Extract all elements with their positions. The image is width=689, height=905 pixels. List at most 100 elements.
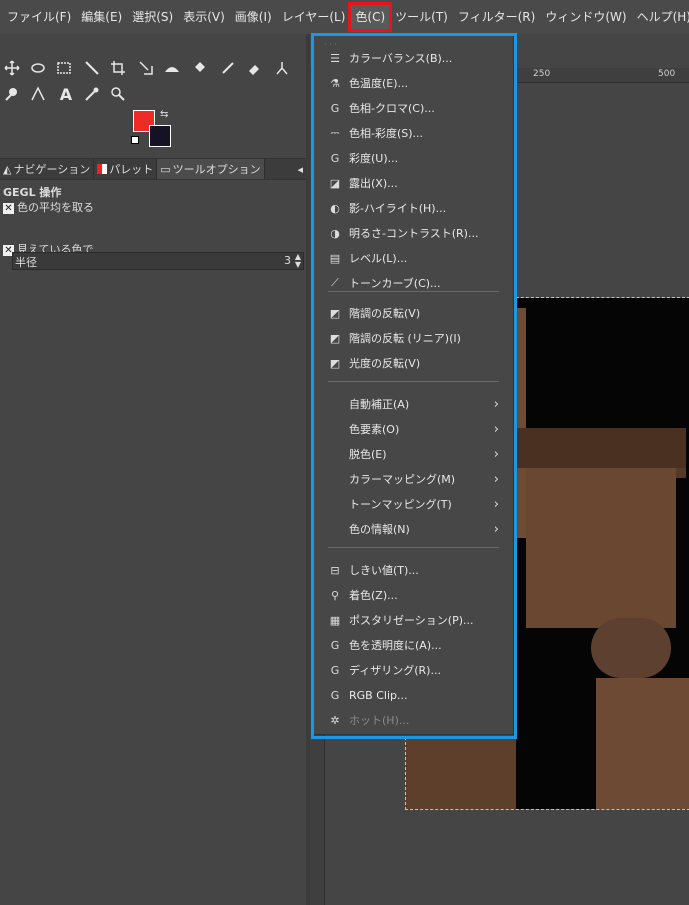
menu-select[interactable]: 選択(S) <box>127 4 178 30</box>
menu-item-label: 影-ハイライト(H)... <box>349 202 447 215</box>
invert-icon: ◩ <box>329 306 341 320</box>
menu-item-label: 色相-クロマ(C)... <box>349 102 435 115</box>
menu-item[interactable]: G 彩度(U)... <box>314 146 513 170</box>
curves-icon: ⟋ <box>331 276 339 289</box>
tab-navigation[interactable]: ◭ ナビゲーション <box>0 159 95 179</box>
warp-transform-icon[interactable] <box>162 58 182 78</box>
tab-tool-options-label: ツールオプション <box>172 163 261 176</box>
menu-windows[interactable]: ウィンドウ(W) <box>540 4 631 30</box>
ruler-mark: 250 <box>533 69 551 79</box>
dock-tabs: ◭ ナビゲーション パレット ▭ ツールオプション ◂ <box>0 158 306 180</box>
menu-item-label: 階調の反転(V) <box>349 307 421 320</box>
menubar: ファイル(F) 編集(E) 選択(S) 表示(V) 画像(I) レイヤー(L) … <box>0 0 689 34</box>
sample-average-label: 色の平均を取る <box>17 201 94 214</box>
gegl-icon: G <box>330 101 340 115</box>
menu-layer[interactable]: レイヤー(L) <box>277 4 351 30</box>
menu-item[interactable]: ▦ ポスタリゼーション(P)... <box>314 608 513 632</box>
path-icon[interactable] <box>28 84 48 104</box>
menu-filters[interactable]: フィルター(R) <box>453 4 540 30</box>
menu-separator <box>328 381 499 382</box>
radius-spinner[interactable]: 半径 3 ▲ ▼ <box>12 252 304 270</box>
blank-icon <box>328 522 342 536</box>
menu-item[interactable]: ☰ カラーバランス(B)... <box>314 46 513 70</box>
tab-menu-icon[interactable]: ◂ <box>294 159 306 179</box>
menu-view[interactable]: 表示(V) <box>178 4 230 30</box>
menu-item[interactable]: ◪ 露出(X)... <box>314 171 513 195</box>
warp-tool-icon[interactable] <box>28 58 48 78</box>
menu-item-label: 脱色(E) <box>349 448 387 461</box>
transform-icon[interactable] <box>136 58 156 78</box>
hue-sat-icon: ⎓ <box>330 126 340 139</box>
menu-item[interactable]: ◩ 光度の反転(V) <box>314 351 513 375</box>
clone-icon[interactable] <box>272 58 292 78</box>
temperature-icon: ⚗ <box>330 76 340 90</box>
menu-item[interactable]: ⊟ しきい値(T)... <box>314 558 513 582</box>
zoom-icon[interactable] <box>108 84 128 104</box>
menu-item[interactable]: ▤ レベル(L)... <box>314 246 513 270</box>
colors-dropdown-menu: · · · ☰ カラーバランス(B)... ⚗ 色温度(E)... G 色相-クロマ(C)… <box>314 34 513 734</box>
palette-icon <box>97 164 108 174</box>
menu-colors[interactable]: 色(C) <box>348 2 393 32</box>
tab-navigation-label: ナビゲーション <box>13 163 91 176</box>
checkbox-icon[interactable]: ✕ <box>3 203 14 214</box>
menu-item-label: RGB Clip... <box>349 688 408 702</box>
tab-tool-options[interactable]: ▭ ツールオプション <box>157 159 265 179</box>
smudge-icon[interactable] <box>2 84 22 104</box>
color-picker-icon[interactable] <box>82 84 102 104</box>
menu-item[interactable]: ◐ 影-ハイライト(H)... <box>314 196 513 220</box>
menu-item[interactable]: G 色を透明度に(A)... <box>314 633 513 657</box>
menu-tools[interactable]: ツール(T) <box>390 4 453 30</box>
invert-icon: ◩ <box>329 356 341 370</box>
bucket-fill-icon[interactable] <box>190 58 210 78</box>
radius-value[interactable]: 3 <box>284 254 291 267</box>
menu-file[interactable]: ファイル(F) <box>2 4 76 30</box>
menu-item[interactable]: 自動補正(A) › <box>314 392 513 416</box>
menu-item[interactable]: ⎓ 色相-彩度(S)... <box>314 121 513 145</box>
radius-label: 半径 <box>15 256 37 269</box>
texture-piece <box>526 468 676 628</box>
swap-colors-icon[interactable]: ⇆ <box>160 109 168 120</box>
menu-help[interactable]: ヘルプ(H) <box>632 4 689 30</box>
menu-item-label: ポスタリゼーション(P)... <box>349 614 474 627</box>
balance-icon: ☰ <box>330 51 340 65</box>
menu-item[interactable]: G 色相-クロマ(C)... <box>314 96 513 120</box>
gegl-title: GEGL 操作 <box>3 186 62 199</box>
menu-item[interactable]: G RGB Clip... <box>314 683 513 707</box>
menu-item-label: カラーバランス(B)... <box>349 52 453 65</box>
menu-item[interactable]: 脱色(E) › <box>314 442 513 466</box>
fuzzy-select-icon[interactable] <box>82 58 102 78</box>
menu-item[interactable]: トーンマッピング(T) › <box>314 492 513 516</box>
blank-icon <box>328 497 342 511</box>
menu-item[interactable]: カラーマッピング(M) › <box>314 467 513 491</box>
tool-options-icon: ▭ <box>160 162 171 176</box>
menu-item[interactable]: ◩ 階調の反転(V) <box>314 301 513 325</box>
gegl-icon: G <box>330 638 340 652</box>
background-color[interactable] <box>149 125 171 147</box>
move-tool-icon[interactable] <box>2 58 22 78</box>
menu-item[interactable]: G ディザリング(R)... <box>314 658 513 682</box>
paintbrush-icon[interactable] <box>218 58 238 78</box>
menu-item[interactable]: ⚲ 着色(Z)... <box>314 583 513 607</box>
rect-select-icon[interactable] <box>54 58 74 78</box>
eraser-icon[interactable] <box>244 58 264 78</box>
crop-icon[interactable] <box>108 58 128 78</box>
menu-item[interactable]: 色の情報(N) › <box>314 517 513 541</box>
sample-average-option[interactable]: ✕ 色の平均を取る <box>3 199 94 215</box>
tab-palette-label: パレット <box>109 163 154 176</box>
ruler-mark: 500 <box>658 69 676 79</box>
menu-image[interactable]: 画像(I) <box>230 4 277 30</box>
menu-item-label: ディザリング(R)... <box>349 664 441 677</box>
tab-palette[interactable]: パレット <box>94 159 158 179</box>
blank-icon <box>328 472 342 486</box>
spin-arrows-icon[interactable]: ▲ ▼ <box>295 253 301 269</box>
brightness-icon: ◑ <box>330 226 340 240</box>
menu-item[interactable]: ◑ 明るさ-コントラスト(R)... <box>314 221 513 245</box>
default-colors-icon[interactable] <box>131 136 139 144</box>
menu-item[interactable]: 色要素(O) › <box>314 417 513 441</box>
menu-item-label: 色温度(E)... <box>349 77 409 90</box>
menu-item[interactable]: ◩ 階調の反転 (リニア)(I) <box>314 326 513 350</box>
menu-edit[interactable]: 編集(E) <box>76 4 127 30</box>
text-tool-icon[interactable]: A <box>56 84 76 104</box>
menu-item[interactable]: ⚗ 色温度(E)... <box>314 71 513 95</box>
menu-separator <box>328 547 499 548</box>
